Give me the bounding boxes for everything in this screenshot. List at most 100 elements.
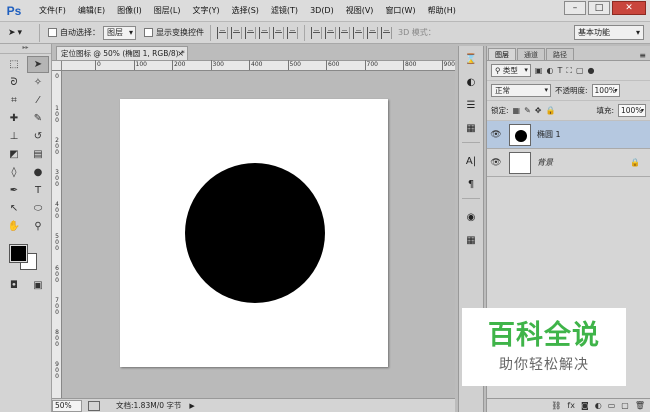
distribute-top-icon[interactable] (311, 26, 322, 39)
auto-select-checkbox[interactable] (48, 28, 57, 37)
menu-view[interactable]: 视图(V) (340, 5, 380, 16)
clone-stamp-tool-icon[interactable]: ⊥ (3, 128, 25, 145)
layer-name[interactable]: 背景 (537, 157, 553, 168)
tab-paths[interactable]: 路径 (546, 48, 574, 60)
align-vcenter-icon[interactable] (231, 26, 242, 39)
ellipse-tool-icon[interactable]: ⬭ (27, 200, 49, 217)
align-left-icon[interactable] (259, 26, 270, 39)
filter-kind-dropdown[interactable]: ⚲ 类型 (491, 64, 531, 77)
filter-pixel-icon[interactable]: ▣ (535, 66, 543, 75)
layer-row[interactable]: 👁 椭圆 1 (487, 121, 650, 149)
menu-layer[interactable]: 图层(L) (148, 5, 187, 16)
quick-mask-icon[interactable]: ◘ (3, 277, 25, 294)
lock-pixels-icon[interactable]: ✎ (524, 106, 531, 115)
lock-position-icon[interactable]: ✥ (535, 106, 542, 115)
trash-icon[interactable]: 🗑 (635, 401, 645, 410)
tab-layers[interactable]: 图层 (488, 48, 516, 60)
menu-filter[interactable]: 滤镜(T) (265, 5, 304, 16)
align-right-icon[interactable] (287, 26, 298, 39)
workspace-dropdown[interactable]: 基本功能 (574, 25, 644, 40)
type-tool-icon[interactable]: T (27, 182, 49, 199)
horizontal-ruler[interactable]: 0 100 200 300 400 500 600 700 800 900 (62, 60, 455, 71)
distribute-right-icon[interactable] (381, 26, 392, 39)
menu-image[interactable]: 图像(I) (111, 5, 148, 16)
document-tab[interactable]: 定位图标 @ 50% (椭圆 1, RGB/8) * × (56, 46, 188, 60)
dodge-tool-icon[interactable]: ● (27, 164, 49, 181)
move-tool-icon[interactable]: ➤ (27, 56, 49, 73)
tab-channels[interactable]: 通道 (517, 48, 545, 60)
character-panel-icon[interactable]: A| (461, 152, 481, 170)
menu-select[interactable]: 选择(S) (226, 5, 265, 16)
filter-type-icon[interactable]: T (557, 66, 562, 75)
menu-edit[interactable]: 编辑(E) (72, 5, 111, 16)
visibility-eye-icon[interactable]: 👁 (487, 158, 505, 168)
filter-shape-icon[interactable]: ⛶ (566, 66, 572, 76)
opacity-field[interactable]: 100% (591, 84, 620, 97)
distribute-left-icon[interactable] (353, 26, 364, 39)
group-icon[interactable]: ▭ (608, 401, 616, 410)
link-icon[interactable]: ⛓ (551, 401, 561, 410)
adjustments-panel-icon[interactable]: ◐ (461, 73, 481, 91)
visibility-eye-icon[interactable]: 👁 (487, 130, 505, 140)
adjustment-icon[interactable]: ◐ (595, 401, 602, 410)
history-brush-tool-icon[interactable]: ↺ (27, 128, 49, 145)
close-icon[interactable]: ✕ (612, 1, 646, 15)
eyedropper-tool-icon[interactable]: ⁄ (27, 92, 49, 109)
ellipse-shape[interactable] (185, 163, 325, 303)
properties-panel-icon[interactable]: ☰ (461, 96, 481, 114)
swatches-panel-icon[interactable]: ▦ (461, 119, 481, 137)
align-hcenter-icon[interactable] (273, 26, 284, 39)
menu-window[interactable]: 窗口(W) (379, 5, 421, 16)
brush-tool-icon[interactable]: ✎ (27, 110, 49, 127)
panel-menu-icon[interactable]: ≡ (639, 51, 646, 60)
zoom-level-field[interactable]: 50% (52, 399, 82, 412)
distribute-hcenter-icon[interactable] (367, 26, 378, 39)
canvas[interactable] (120, 99, 388, 367)
healing-brush-tool-icon[interactable]: ✚ (3, 110, 25, 127)
path-selection-tool-icon[interactable]: ↖ (3, 200, 25, 217)
blend-mode-dropdown[interactable]: 正常 (491, 84, 551, 97)
distribute-vcenter-icon[interactable] (325, 26, 336, 39)
lock-all-icon[interactable]: 🔒 (546, 106, 556, 115)
close-tab-icon[interactable]: × (177, 47, 184, 60)
ruler-origin[interactable] (52, 61, 62, 71)
menu-3d[interactable]: 3D(D) (304, 6, 340, 15)
align-bottom-icon[interactable] (245, 26, 256, 39)
foreground-color-swatch[interactable] (9, 244, 28, 263)
layer-name[interactable]: 椭圆 1 (537, 129, 561, 140)
fill-field[interactable]: 100% (618, 104, 646, 117)
menu-help[interactable]: 帮助(H) (422, 5, 462, 16)
paragraph-panel-icon[interactable]: ¶ (461, 175, 481, 193)
screen-mode-icon[interactable]: ▣ (27, 277, 49, 294)
show-transform-checkbox[interactable] (144, 28, 153, 37)
mask-icon[interactable]: ◙ (581, 401, 589, 410)
status-menu-arrow-icon[interactable]: ▶ (189, 402, 194, 410)
tool-preset-picker[interactable]: ➤ ▾ (4, 23, 40, 42)
layer-row[interactable]: 👁 背景 🔒 (487, 149, 650, 177)
fx-icon[interactable]: fx (567, 401, 575, 410)
hand-tool-icon[interactable]: ✋ (3, 218, 25, 235)
filter-adjustment-icon[interactable]: ◐ (546, 66, 553, 75)
new-layer-icon[interactable]: ▢ (621, 401, 629, 410)
magic-wand-tool-icon[interactable]: ✧ (27, 74, 49, 91)
layer-thumbnail[interactable] (509, 151, 531, 174)
share-icon[interactable] (88, 400, 100, 411)
lasso-tool-icon[interactable]: ᘐ (3, 74, 25, 91)
layer-thumbnail[interactable] (509, 123, 531, 146)
restore-icon[interactable]: □ (588, 1, 610, 15)
blur-tool-icon[interactable]: ◊ (3, 164, 25, 181)
gradient-tool-icon[interactable]: ▤ (27, 146, 49, 163)
zoom-tool-icon[interactable]: ⚲ (27, 218, 49, 235)
history-panel-icon[interactable]: ⌛ (461, 50, 481, 68)
marquee-tool-icon[interactable]: ⬚ (3, 56, 25, 73)
pen-tool-icon[interactable]: ✒ (3, 182, 25, 199)
menu-type[interactable]: 文字(Y) (186, 5, 225, 16)
filter-smart-object-icon[interactable]: ▢ (576, 66, 584, 75)
auto-select-target-dropdown[interactable]: 图层 (103, 25, 136, 40)
menu-file[interactable]: 文件(F) (33, 5, 72, 16)
toolbox-grip[interactable]: ▸▸ (0, 44, 51, 54)
vertical-ruler[interactable]: 0 1 0 0 2 0 0 3 0 0 4 0 0 5 0 0 6 0 0 7 0 0 8 0 … (52, 71, 62, 399)
distribute-bottom-icon[interactable] (339, 26, 350, 39)
styles-panel-icon[interactable]: ◉ (461, 208, 481, 226)
grid-panel-icon[interactable]: ▦ (461, 231, 481, 249)
